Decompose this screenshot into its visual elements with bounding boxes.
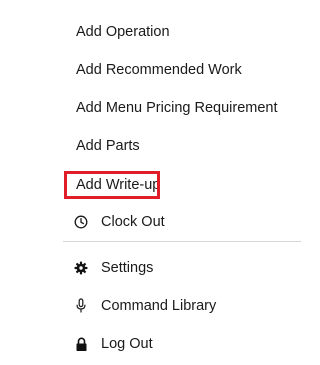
- menu-item-log-out[interactable]: Log Out: [74, 332, 153, 356]
- menu-item-clock-out[interactable]: Clock Out: [74, 210, 165, 234]
- menu-item-label: Add Recommended Work: [76, 62, 242, 78]
- menu-item-label: Log Out: [101, 336, 153, 352]
- menu-item-label: Add Menu Pricing Requirement: [76, 100, 278, 116]
- menu-item-label: Settings: [101, 260, 154, 276]
- menu-item-label: Add Operation: [76, 24, 170, 40]
- clock-icon: [74, 214, 88, 230]
- menu-item-add-parts[interactable]: Add Parts: [76, 134, 140, 158]
- microphone-icon: [74, 298, 88, 314]
- menu-item-add-menu-pricing-requirement[interactable]: Add Menu Pricing Requirement: [76, 96, 278, 120]
- menu-divider: [63, 241, 301, 242]
- menu-item-label: Add Write-up: [76, 177, 161, 193]
- menu-item-label: Add Parts: [76, 138, 140, 154]
- menu-item-add-recommended-work[interactable]: Add Recommended Work: [76, 58, 242, 82]
- menu-item-settings[interactable]: Settings: [74, 256, 153, 280]
- menu-item-add-operation[interactable]: Add Operation: [76, 20, 170, 44]
- context-menu: Add Operation Add Recommended Work Add M…: [0, 0, 314, 365]
- lock-icon: [74, 336, 88, 352]
- menu-item-label: Command Library: [101, 298, 217, 314]
- menu-item-add-write-up[interactable]: Add Write-up: [76, 173, 160, 197]
- gear-icon: [74, 260, 88, 276]
- menu-item-command-library[interactable]: Command Library: [74, 294, 216, 318]
- menu-item-label: Clock Out: [101, 214, 165, 230]
